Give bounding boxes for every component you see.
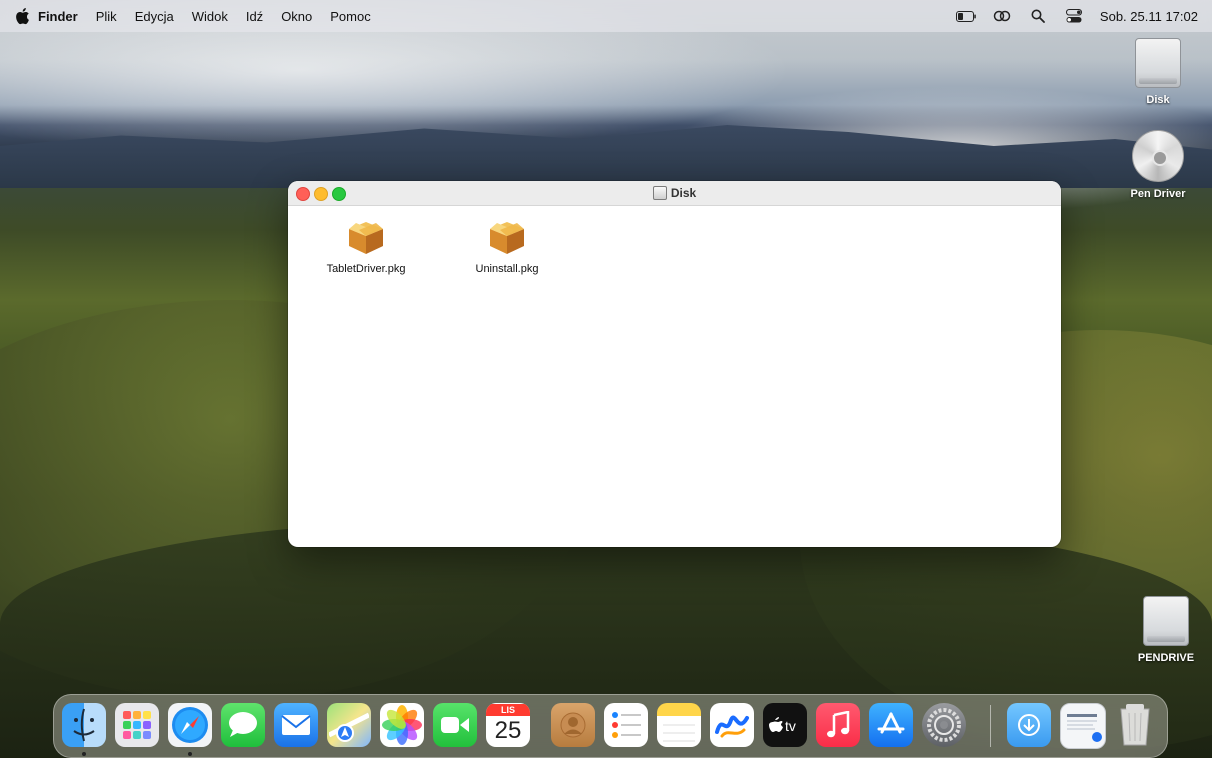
desktop-icon-disk[interactable]: Disk [1118, 38, 1198, 106]
desktop-icon-pen-driver[interactable]: Pen Driver [1118, 130, 1198, 200]
link-icon[interactable] [992, 7, 1012, 25]
dock-music-icon[interactable] [816, 703, 860, 747]
dock: LIS 25 tv [53, 694, 1168, 758]
dock-finder-icon[interactable] [62, 703, 106, 747]
file-name: Uninstall.pkg [475, 263, 539, 275]
dock-launchpad-icon[interactable] [115, 703, 159, 747]
dock-reminders-icon[interactable] [604, 703, 648, 747]
dock-trash-icon[interactable] [1113, 703, 1157, 747]
desktop-icon-pendrive[interactable]: PENDRIVE [1126, 596, 1206, 664]
dock-photos-icon[interactable] [380, 703, 424, 747]
menu-bar: Finder Plik Edycja Widok Idź Okno Pomoc … [0, 0, 1212, 32]
desktop-icon-label: PENDRIVE [1137, 652, 1195, 664]
window-titlebar[interactable]: Disk [288, 181, 1061, 206]
file-item-tabletdriver[interactable]: TabletDriver.pkg [311, 218, 421, 275]
drive-icon [1143, 596, 1189, 646]
dock-divider [990, 705, 991, 747]
dock-downloads-folder-icon[interactable] [1007, 703, 1051, 747]
wallpaper-ridge [0, 125, 1212, 188]
dock-tv-icon[interactable]: tv [763, 703, 807, 747]
dock-recent-document-icon[interactable] [1060, 703, 1106, 749]
desktop: Finder Plik Edycja Widok Idź Okno Pomoc … [0, 0, 1212, 758]
control-center-icon[interactable] [1064, 7, 1084, 25]
package-icon [349, 222, 383, 254]
window-content[interactable]: TabletDriver.pkg Uninstall.pkg [288, 206, 1061, 547]
calendar-month: LIS [486, 704, 530, 716]
menu-items: Finder Plik Edycja Widok Idź Okno Pomoc [0, 9, 389, 24]
drive-icon [1135, 38, 1181, 88]
calendar-day: 25 [494, 717, 522, 744]
dock-app-store-icon[interactable] [869, 703, 913, 747]
menu-widok[interactable]: Widok [192, 9, 228, 24]
window-title-text: Disk [670, 186, 697, 200]
status-area: Sob. 25.11 17:02 [955, 0, 1198, 32]
dock-safari-icon[interactable] [168, 703, 212, 747]
drive-icon [652, 186, 667, 200]
svg-text:tv: tv [785, 718, 796, 734]
dock-system-settings-icon[interactable] [922, 703, 966, 747]
dock-facetime-icon[interactable] [433, 703, 477, 747]
finder-window: Disk TabletDriver.pkg Uninstall.pkg [288, 181, 1061, 547]
dock-contacts-icon[interactable] [551, 703, 595, 747]
apple-icon[interactable] [14, 7, 30, 25]
dock-maps-icon[interactable] [327, 703, 371, 747]
package-icon [490, 222, 524, 254]
menu-idz[interactable]: Idź [246, 9, 263, 24]
running-indicator [82, 752, 86, 756]
desktop-icon-label: Disk [1146, 94, 1170, 106]
desktop-icon-label: Pen Driver [1130, 188, 1186, 200]
disc-icon [1132, 130, 1184, 182]
menu-app-name[interactable]: Finder [38, 9, 78, 24]
dock-mail-icon[interactable] [274, 703, 318, 747]
battery-icon[interactable] [955, 7, 976, 25]
menu-okno[interactable]: Okno [281, 9, 312, 24]
window-title: Disk [288, 181, 1061, 205]
dock-calendar-icon[interactable]: LIS 25 [486, 703, 530, 747]
dock-notes-icon[interactable] [657, 703, 701, 747]
running-indicator [188, 752, 192, 756]
menu-pomoc[interactable]: Pomoc [330, 9, 370, 24]
search-icon[interactable] [1028, 7, 1048, 25]
dock-messages-icon[interactable] [221, 703, 265, 747]
file-item-uninstall[interactable]: Uninstall.pkg [452, 218, 562, 275]
menu-clock[interactable]: Sob. 25.11 17:02 [1100, 9, 1198, 24]
dock-freeform-icon[interactable] [710, 703, 754, 747]
menu-plik[interactable]: Plik [96, 9, 117, 24]
menu-edycja[interactable]: Edycja [135, 9, 174, 24]
file-name: TabletDriver.pkg [326, 263, 406, 275]
